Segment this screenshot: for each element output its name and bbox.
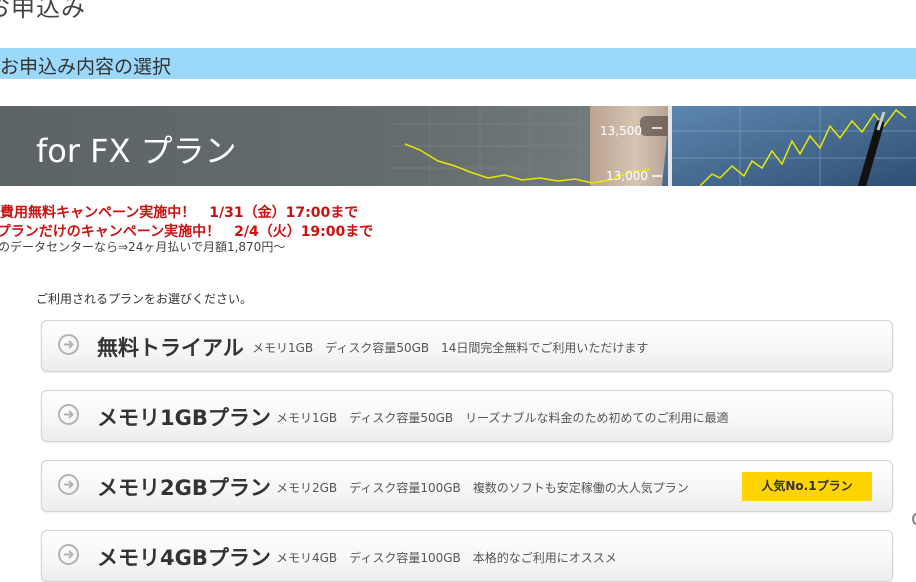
- scroll-handle[interactable]: [912, 512, 916, 526]
- plan-banner: 13,500 13,000 for FX プラン: [0, 106, 916, 186]
- chart-label-low: 13,000: [606, 169, 648, 183]
- datacenter-note: 本のデータセンターなら⇒24ヶ月払いで月額1,870円〜: [0, 240, 286, 254]
- page-title: お申込み: [0, 0, 86, 22]
- plan-option-4gb[interactable]: メモリ4GBプラン メモリ4GB ディスク容量100GB 本格的なご利用にオスス…: [41, 530, 893, 582]
- plan-instruction: ご利用されるプランをお選びください。: [36, 292, 253, 306]
- plan-name: 無料トライアル: [97, 336, 244, 360]
- plan-option-free-trial[interactable]: 無料トライアル メモリ1GB ディスク容量50GB 14日間完全無料でご利用いた…: [41, 320, 893, 372]
- arrow-right-circle-icon: [58, 334, 79, 355]
- chart-label-high: 13,500: [600, 124, 642, 138]
- plan-name: メモリ1GBプラン: [97, 406, 271, 430]
- section-header: お申込み内容の選択: [0, 48, 916, 79]
- section-title: お申込み内容の選択: [0, 56, 172, 78]
- campaign-notice-1: 期費用無料キャンペーン実施中！ 1/31（金）17:00まで: [0, 205, 359, 221]
- plan-description: メモリ4GB ディスク容量100GB 本格的なご利用にオススメ: [276, 551, 617, 565]
- plan-option-2gb[interactable]: メモリ2GBプラン メモリ2GB ディスク容量100GB 複数のソフトも安定稼働…: [41, 460, 893, 512]
- plan-name: メモリ4GBプラン: [97, 546, 271, 570]
- plan-description: メモリ2GB ディスク容量100GB 複数のソフトも安定稼働の大人気プラン: [276, 481, 689, 495]
- plan-option-1gb[interactable]: メモリ1GBプラン メモリ1GB ディスク容量50GB リーズナブルな料金のため…: [41, 390, 893, 442]
- popular-badge: 人気No.1プラン: [742, 472, 872, 501]
- arrow-right-circle-icon: [58, 474, 79, 495]
- arrow-right-circle-icon: [58, 404, 79, 425]
- plan-description: メモリ1GB ディスク容量50GB 14日間完全無料でご利用いただけます: [252, 341, 649, 355]
- banner-title: for FX プラン: [36, 132, 237, 170]
- plan-name: メモリ2GBプラン: [97, 476, 271, 500]
- plan-description: メモリ1GB ディスク容量50GB リーズナブルな料金のため初めてのご利用に最適: [276, 411, 729, 425]
- arrow-right-circle-icon: [58, 544, 79, 565]
